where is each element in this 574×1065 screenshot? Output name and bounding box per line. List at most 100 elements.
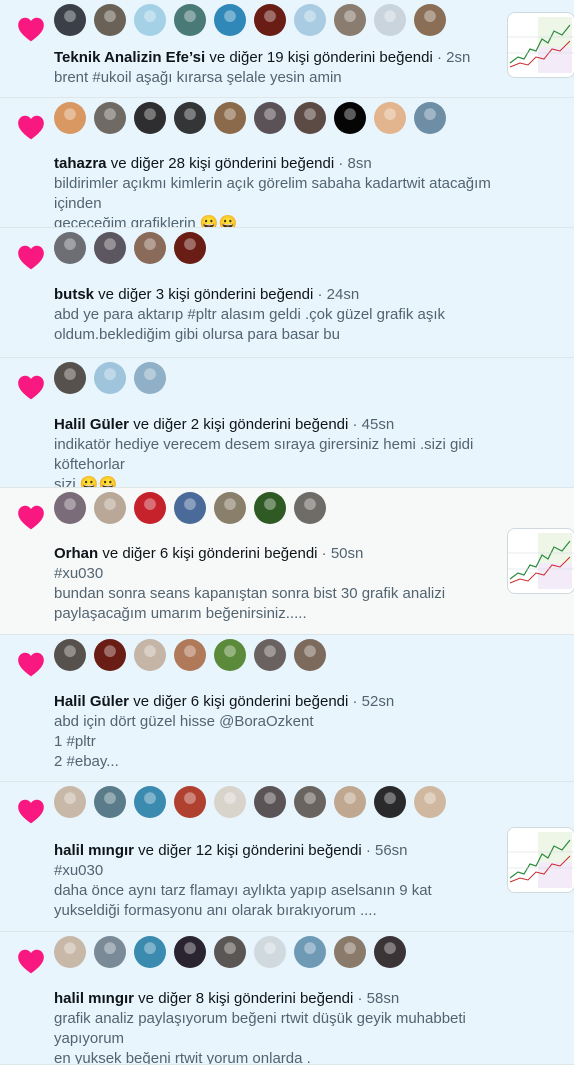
avatar[interactable] bbox=[214, 492, 246, 524]
avatar[interactable] bbox=[174, 639, 206, 671]
avatar[interactable] bbox=[254, 936, 286, 968]
avatar[interactable] bbox=[54, 362, 86, 394]
avatar[interactable] bbox=[334, 102, 366, 134]
avatar[interactable] bbox=[294, 4, 326, 36]
avatar[interactable] bbox=[254, 4, 286, 36]
avatar[interactable] bbox=[174, 232, 206, 264]
avatar[interactable] bbox=[94, 786, 126, 818]
avatar[interactable] bbox=[94, 4, 126, 36]
user-name-link[interactable]: tahazra bbox=[54, 155, 107, 172]
avatar[interactable] bbox=[254, 492, 286, 524]
tweet-preview-text[interactable]: grafik analiz paylaşıyorum beğeni rtwit … bbox=[54, 1009, 504, 1064]
avatar[interactable] bbox=[94, 362, 126, 394]
liker-avatars bbox=[54, 492, 326, 524]
avatar[interactable] bbox=[54, 492, 86, 524]
notification-item[interactable]: Halil Güler ve diğer 2 kişi gönderini be… bbox=[0, 358, 574, 488]
avatar[interactable] bbox=[414, 102, 446, 134]
avatar[interactable] bbox=[374, 936, 406, 968]
liker-avatars bbox=[54, 639, 326, 671]
chart-thumbnail[interactable] bbox=[507, 827, 574, 893]
notification-body: butsk ve diğer 3 kişi gönderini beğendi … bbox=[54, 285, 504, 345]
avatar[interactable] bbox=[54, 232, 86, 264]
avatar[interactable] bbox=[94, 232, 126, 264]
avatar[interactable] bbox=[134, 232, 166, 264]
tweet-preview-text[interactable]: indikatör hediye verecem desem sıraya gi… bbox=[54, 435, 504, 487]
avatar[interactable] bbox=[94, 936, 126, 968]
avatar[interactable] bbox=[254, 786, 286, 818]
avatar[interactable] bbox=[174, 102, 206, 134]
avatar[interactable] bbox=[54, 4, 86, 36]
avatar[interactable] bbox=[94, 492, 126, 524]
tweet-preview-text[interactable]: brent #ukoil aşağı kırarsa şelale yesin … bbox=[54, 68, 504, 88]
notification-item[interactable]: halil mıngır ve diğer 12 kişi gönderini … bbox=[0, 782, 574, 932]
tweet-preview-text[interactable]: abd ye para aktarıp #pltr alasım geldi .… bbox=[54, 305, 504, 345]
avatar[interactable] bbox=[54, 936, 86, 968]
notification-summary: Orhan ve diğer 6 kişi gönderini beğendi … bbox=[54, 544, 504, 564]
avatar[interactable] bbox=[294, 639, 326, 671]
notification-body: tahazra ve diğer 28 kişi gönderini beğen… bbox=[54, 154, 504, 227]
avatar[interactable] bbox=[334, 786, 366, 818]
avatar[interactable] bbox=[294, 492, 326, 524]
avatar[interactable] bbox=[214, 936, 246, 968]
avatar[interactable] bbox=[94, 639, 126, 671]
tweet-preview-text[interactable]: bildirimler açıkmı kimlerin açık görelim… bbox=[54, 174, 504, 227]
avatar[interactable] bbox=[54, 786, 86, 818]
avatar[interactable] bbox=[134, 936, 166, 968]
notification-item[interactable]: Orhan ve diğer 6 kişi gönderini beğendi … bbox=[0, 488, 574, 635]
notification-item[interactable]: halil mıngır ve diğer 8 kişi gönderini b… bbox=[0, 932, 574, 1065]
notification-item[interactable]: butsk ve diğer 3 kişi gönderini beğendi … bbox=[0, 228, 574, 358]
notification-item[interactable]: Halil Güler ve diğer 6 kişi gönderini be… bbox=[0, 635, 574, 782]
user-name-link[interactable]: halil mıngır bbox=[54, 842, 134, 859]
user-name-link[interactable]: Orhan bbox=[54, 545, 98, 562]
avatar[interactable] bbox=[294, 936, 326, 968]
tweet-preview-text[interactable]: #xu030 daha önce aynı tarz flamayı aylık… bbox=[54, 861, 504, 921]
avatar[interactable] bbox=[294, 786, 326, 818]
heart-icon bbox=[17, 504, 45, 530]
avatar[interactable] bbox=[414, 4, 446, 36]
notification-item[interactable]: tahazra ve diğer 28 kişi gönderini beğen… bbox=[0, 98, 574, 228]
avatar[interactable] bbox=[214, 4, 246, 36]
user-name-link[interactable]: Halil Güler bbox=[54, 416, 129, 433]
timestamp: · 24sn bbox=[313, 286, 360, 303]
user-name-link[interactable]: butsk bbox=[54, 286, 94, 303]
avatar[interactable] bbox=[134, 786, 166, 818]
avatar[interactable] bbox=[294, 102, 326, 134]
avatar[interactable] bbox=[414, 786, 446, 818]
avatar[interactable] bbox=[174, 936, 206, 968]
avatar[interactable] bbox=[54, 102, 86, 134]
avatar[interactable] bbox=[214, 786, 246, 818]
action-text: ve diğer 12 kişi gönderini beğendi bbox=[134, 842, 362, 859]
notification-summary: Halil Güler ve diğer 6 kişi gönderini be… bbox=[54, 692, 504, 712]
notification-body: Halil Güler ve diğer 2 kişi gönderini be… bbox=[54, 415, 504, 487]
chart-thumbnail[interactable] bbox=[507, 12, 574, 78]
avatar[interactable] bbox=[174, 786, 206, 818]
avatar[interactable] bbox=[94, 102, 126, 134]
avatar[interactable] bbox=[134, 639, 166, 671]
notification-body: halil mıngır ve diğer 12 kişi gönderini … bbox=[54, 841, 504, 921]
tweet-preview-text[interactable]: abd için dört güzel hisse @BoraOzkent 1 … bbox=[54, 712, 504, 772]
avatar[interactable] bbox=[134, 492, 166, 524]
avatar[interactable] bbox=[54, 639, 86, 671]
notification-item[interactable]: Teknik Analizin Efe’si ve diğer 19 kişi … bbox=[0, 0, 574, 98]
user-name-link[interactable]: Teknik Analizin Efe’si bbox=[54, 49, 205, 66]
avatar[interactable] bbox=[374, 4, 406, 36]
avatar[interactable] bbox=[374, 786, 406, 818]
chart-thumbnail[interactable] bbox=[507, 528, 574, 594]
avatar[interactable] bbox=[134, 4, 166, 36]
user-name-link[interactable]: halil mıngır bbox=[54, 990, 134, 1007]
avatar[interactable] bbox=[134, 362, 166, 394]
avatar[interactable] bbox=[174, 4, 206, 36]
avatar[interactable] bbox=[214, 102, 246, 134]
avatar[interactable] bbox=[254, 639, 286, 671]
avatar[interactable] bbox=[134, 102, 166, 134]
notification-summary: Halil Güler ve diğer 2 kişi gönderini be… bbox=[54, 415, 504, 435]
user-name-link[interactable]: Halil Güler bbox=[54, 693, 129, 710]
avatar[interactable] bbox=[374, 102, 406, 134]
avatar[interactable] bbox=[334, 936, 366, 968]
avatar[interactable] bbox=[174, 492, 206, 524]
action-text: ve diğer 6 kişi gönderini beğendi bbox=[98, 545, 318, 562]
avatar[interactable] bbox=[214, 639, 246, 671]
avatar[interactable] bbox=[334, 4, 366, 36]
tweet-preview-text[interactable]: #xu030 bundan sonra seans kapanıştan son… bbox=[54, 564, 504, 624]
avatar[interactable] bbox=[254, 102, 286, 134]
